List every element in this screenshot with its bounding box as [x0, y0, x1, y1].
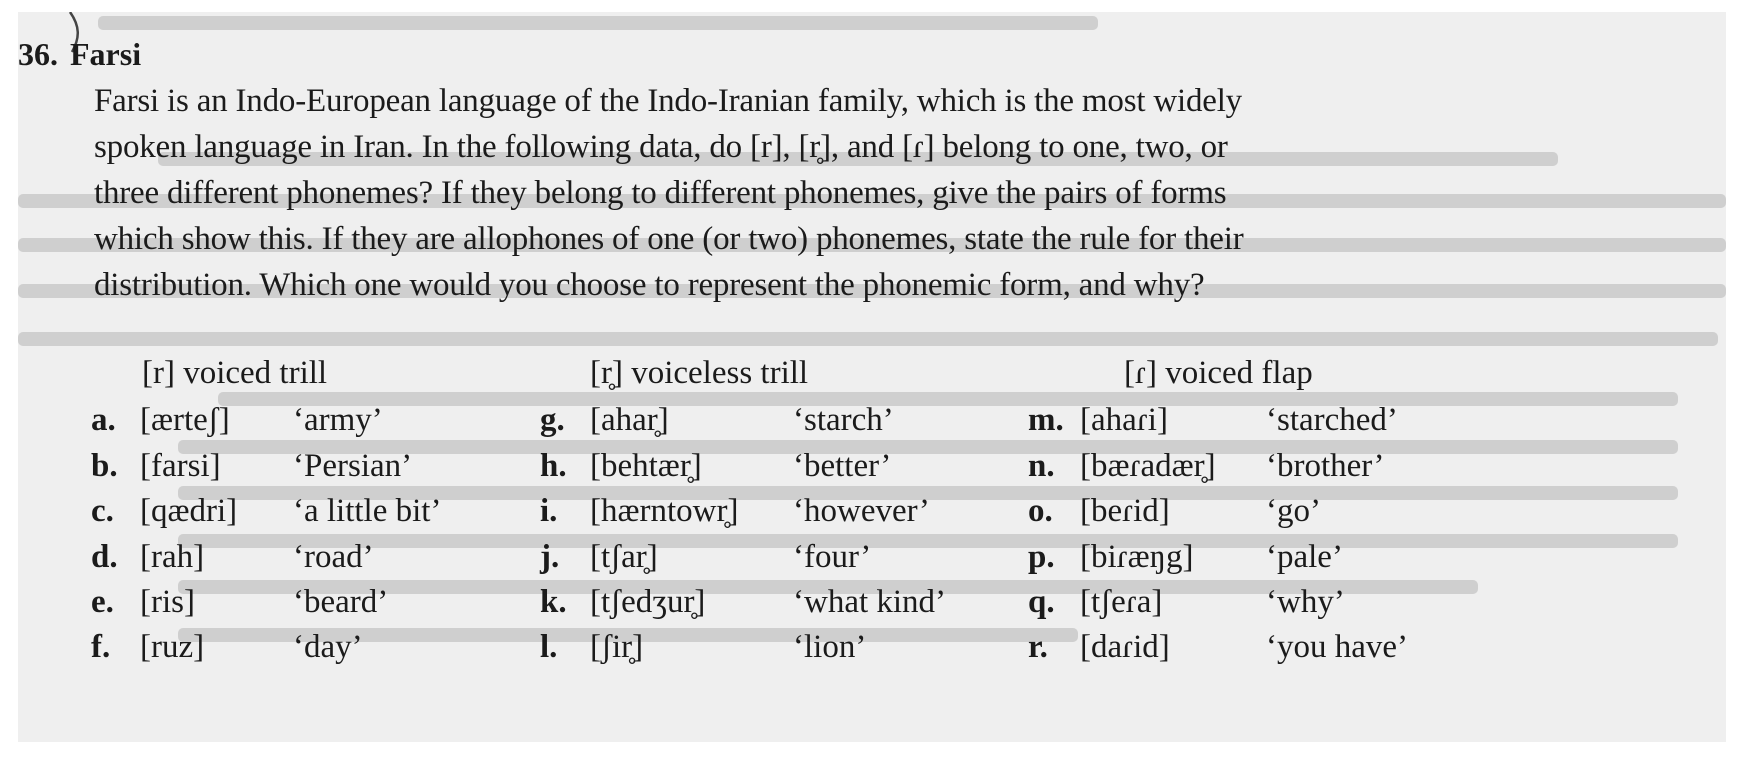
item-label: m.: [1028, 402, 1064, 438]
item-gloss: ‘why’: [1266, 584, 1345, 620]
item-label: p.: [1028, 539, 1055, 575]
item-label: a.: [91, 402, 116, 438]
data-row: d. [rah] ‘road’ j. [tʃar̥] ‘four’ p. [bi…: [18, 539, 1726, 583]
item-form: [bæɾadær̥]: [1080, 448, 1216, 484]
item-gloss: ‘beard’: [293, 584, 389, 620]
textbook-page: 36. Farsi Farsi is an Indo-European langu…: [18, 12, 1726, 742]
legend-symbol: [r]: [142, 355, 175, 391]
item-form: [ʃir̥]: [590, 629, 644, 665]
item-form: [farsi]: [140, 448, 221, 484]
problem-heading: 36. Farsi: [18, 36, 141, 73]
item-gloss: ‘day’: [293, 629, 363, 665]
item-form: [tʃeɾa]: [1080, 584, 1163, 620]
item-label: j.: [540, 539, 560, 575]
item-gloss: ‘a little bit’: [293, 493, 442, 529]
item-form: [tʃar̥]: [590, 539, 658, 575]
item-gloss: ‘Persian’: [293, 448, 413, 484]
item-form: [behtær̥]: [590, 448, 702, 484]
item-form: [daɾid]: [1080, 629, 1170, 665]
item-label: h.: [540, 448, 567, 484]
legend-description: voiced flap: [1165, 355, 1313, 391]
problem-instructions: Farsi is an Indo-European language of th…: [94, 78, 1694, 308]
data-row: a. [ærteʃ] ‘army’ g. [ahar̥] ‘starch’ m.…: [18, 402, 1726, 446]
item-label: f.: [91, 629, 111, 665]
item-form: [ahaɾi]: [1080, 402, 1168, 438]
item-gloss: ‘what kind’: [793, 584, 947, 620]
instruction-line: three different phonemes? If they belong…: [94, 175, 1227, 211]
item-label: q.: [1028, 584, 1055, 620]
item-gloss: ‘go’: [1266, 493, 1321, 529]
item-form: [ahar̥]: [590, 402, 669, 438]
instruction-line: spoken language in Iran. In the followin…: [94, 129, 1228, 165]
legend-symbol: [r̥]: [590, 355, 623, 391]
item-form: [ris]: [140, 584, 195, 620]
item-gloss: ‘however’: [793, 493, 930, 529]
data-row: b. [farsi] ‘Persian’ h. [behtær̥] ‘bette…: [18, 448, 1726, 492]
item-form: [hærntowr̥]: [590, 493, 739, 529]
item-label: o.: [1028, 493, 1053, 529]
data-row: e. [ris] ‘beard’ k. [tʃedʒur̥] ‘what kin…: [18, 584, 1726, 628]
item-form: [ruz]: [140, 629, 205, 665]
instruction-line: which show this. If they are allophones …: [94, 221, 1244, 257]
legend-description: voiceless trill: [631, 355, 809, 391]
legend-voiced-flap: [ɾ] voiced flap: [1124, 355, 1313, 392]
item-label: g.: [540, 402, 565, 438]
item-gloss: ‘starched’: [1266, 402, 1398, 438]
item-label: k.: [540, 584, 567, 620]
item-label: i.: [540, 493, 558, 529]
item-form: [rah]: [140, 539, 205, 575]
legend-voiceless-trill: [r̥] voiceless trill: [590, 355, 808, 392]
item-label: n.: [1028, 448, 1055, 484]
problem-number: 36.: [18, 36, 58, 72]
item-form: [ærteʃ]: [140, 402, 230, 438]
legend-voiced-trill: [r] voiced trill: [142, 355, 327, 392]
item-form: [qædri]: [140, 493, 238, 529]
legend-description: voiced trill: [183, 355, 328, 391]
instruction-line: distribution. Which one would you choose…: [94, 267, 1205, 303]
item-gloss: ‘four’: [793, 539, 872, 575]
instruction-line: Farsi is an Indo-European language of th…: [94, 83, 1242, 119]
item-label: e.: [91, 584, 114, 620]
item-label: b.: [91, 448, 118, 484]
item-form: [beɾid]: [1080, 493, 1170, 529]
item-gloss: ‘road’: [293, 539, 374, 575]
item-gloss: ‘lion’: [793, 629, 867, 665]
item-form: [biɾæŋg]: [1080, 539, 1194, 575]
data-row: f. [ruz] ‘day’ l. [ʃir̥] ‘lion’ r. [daɾi…: [18, 629, 1726, 673]
item-gloss: ‘better’: [793, 448, 892, 484]
item-gloss: ‘brother’: [1266, 448, 1385, 484]
item-gloss: ‘you have’: [1266, 629, 1409, 665]
item-label: r.: [1028, 629, 1048, 665]
item-form: [tʃedʒur̥]: [590, 584, 706, 620]
data-row: c. [qædri] ‘a little bit’ i. [hærntowr̥]…: [18, 493, 1726, 537]
legend-symbol: [ɾ]: [1124, 355, 1157, 391]
problem-title: Farsi: [70, 36, 142, 72]
item-gloss: ‘army’: [293, 402, 383, 438]
item-gloss: ‘pale’: [1266, 539, 1343, 575]
item-label: l.: [540, 629, 558, 665]
item-gloss: ‘starch’: [793, 402, 894, 438]
item-label: c.: [91, 493, 114, 529]
item-label: d.: [91, 539, 118, 575]
